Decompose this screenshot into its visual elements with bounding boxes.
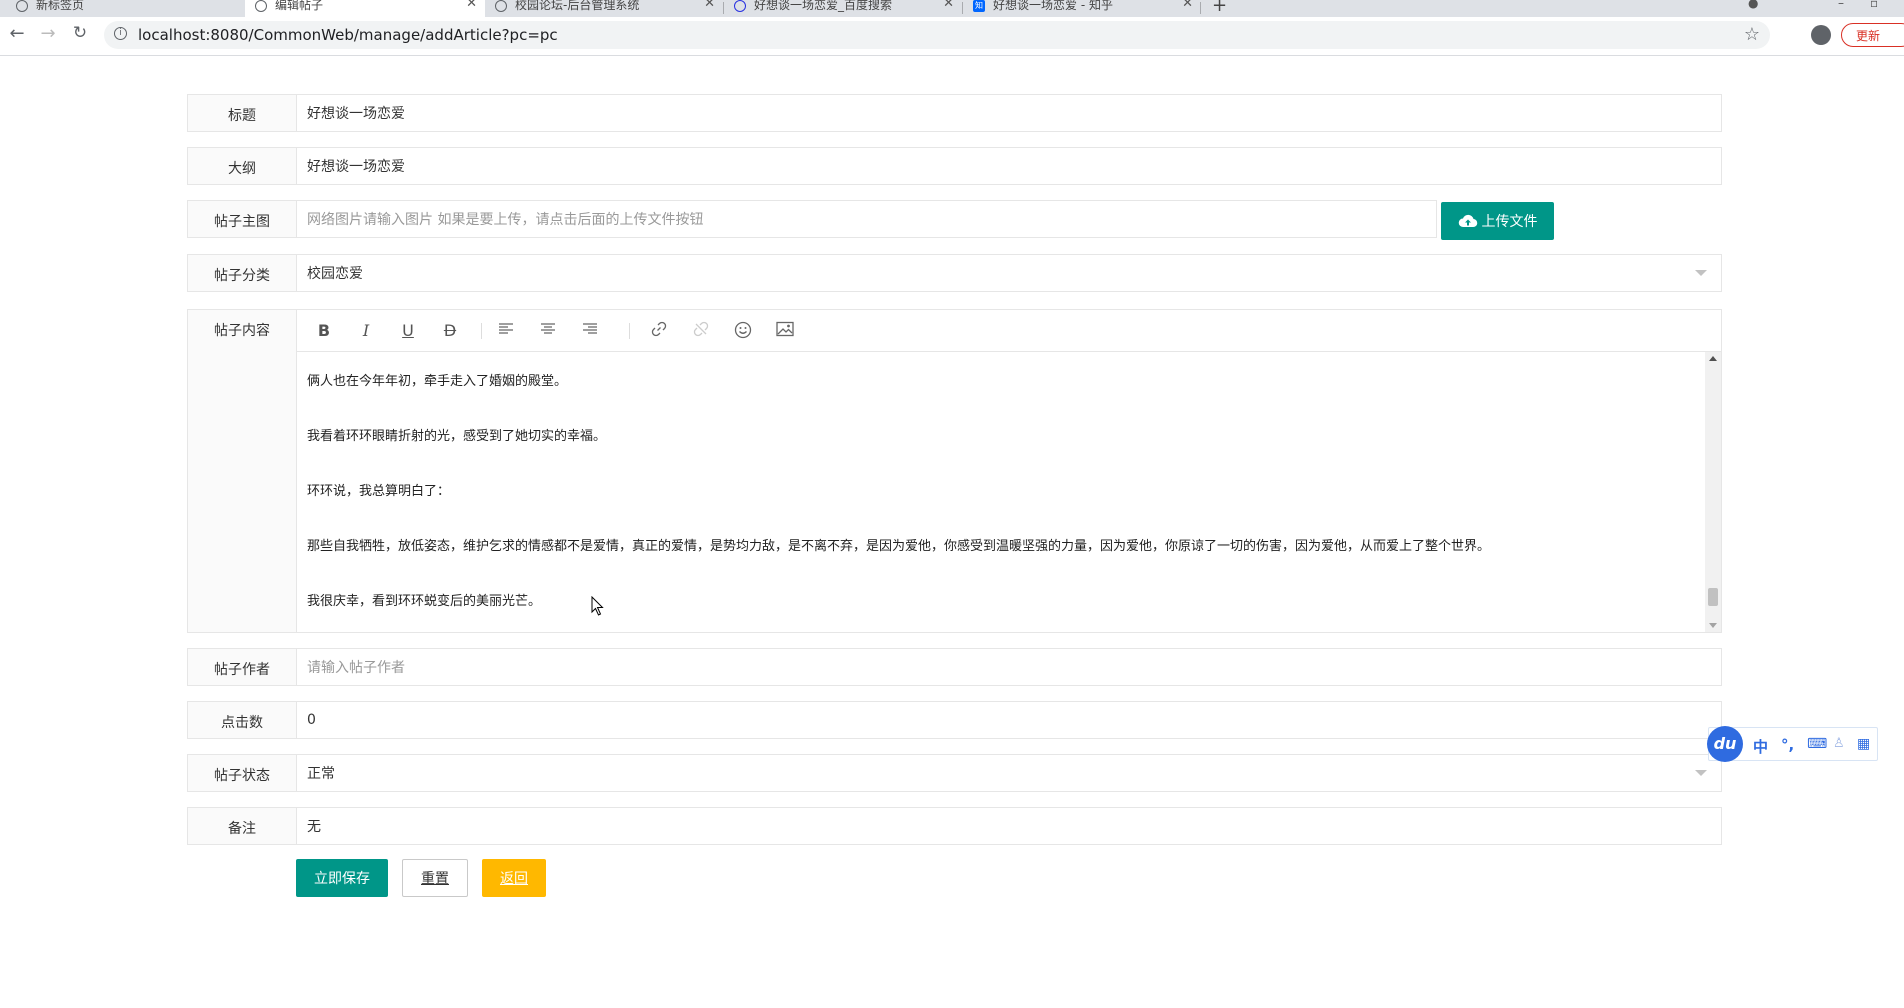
upload-file-button[interactable]: 上传文件 <box>1441 202 1554 240</box>
back-button[interactable]: 返回 <box>482 859 546 897</box>
tab-separator <box>1200 2 1201 14</box>
align-left-icon[interactable] <box>496 321 516 341</box>
bold-icon[interactable]: B <box>314 321 334 341</box>
tab-search-icon[interactable]: ● <box>1748 0 1758 10</box>
tab-strip: 新标签页 编辑帖子 ✕ 校园论坛-后台管理系统 ✕ 好想谈一场恋爱_百度搜索 ✕… <box>0 0 1904 17</box>
author-label: 帖子作者 <box>187 648 297 686</box>
url-text[interactable]: localhost:8080/CommonWeb/manage/addArtic… <box>138 26 558 44</box>
maximize-icon[interactable]: ▫ <box>1870 0 1878 10</box>
scroll-thumb[interactable] <box>1708 588 1718 607</box>
close-tab-icon[interactable]: ✕ <box>466 0 477 11</box>
content-paragraph: 我看着环环眼睛折射的光，感受到了她切实的幸福。 <box>307 429 607 444</box>
link-icon[interactable] <box>649 321 669 341</box>
underline-icon[interactable]: U <box>398 321 418 341</box>
strikethrough-icon[interactable]: D <box>440 321 460 341</box>
remark-label: 备注 <box>187 807 297 845</box>
category-label: 帖子分类 <box>187 254 297 292</box>
toolbar-divider <box>481 323 482 339</box>
ime-keyboard-icon[interactable]: ⌨ <box>1807 736 1827 752</box>
close-tab-icon[interactable]: ✕ <box>704 0 715 11</box>
reload-icon[interactable]: ↻ <box>68 23 92 43</box>
clicks-input[interactable]: 0 <box>296 701 1722 739</box>
globe-icon <box>495 0 507 12</box>
content-label: 帖子内容 <box>187 309 297 633</box>
align-center-icon[interactable] <box>538 321 558 341</box>
remark-input[interactable]: 无 <box>296 807 1722 845</box>
category-select[interactable]: 校园恋爱 <box>296 254 1722 292</box>
clicks-label: 点击数 <box>187 701 297 739</box>
baidu-icon <box>734 0 746 12</box>
emoji-icon[interactable] <box>733 321 753 341</box>
title-input[interactable]: 好想谈一场恋爱 <box>296 94 1722 132</box>
new-tab-button[interactable]: + <box>1212 0 1227 16</box>
status-label: 帖子状态 <box>187 754 297 792</box>
close-tab-icon[interactable]: ✕ <box>943 0 954 11</box>
tab-new-tab[interactable]: 新标签页 <box>0 0 245 17</box>
author-input[interactable]: 请输入帖子作者 <box>296 648 1722 686</box>
minimize-icon[interactable]: – <box>1838 0 1844 10</box>
bookmark-star-icon[interactable]: ☆ <box>1744 24 1760 45</box>
image-icon[interactable] <box>775 321 795 341</box>
globe-icon <box>255 0 267 12</box>
author-row: 帖子作者 请输入帖子作者 <box>187 648 1722 686</box>
back-arrow-icon[interactable]: ← <box>5 23 29 44</box>
status-row: 帖子状态 正常 <box>187 754 1722 792</box>
content-paragraph: 俩人也在今年年初，牵手走入了婚姻的殿堂。 <box>307 374 568 389</box>
scroll-up-arrow-icon[interactable] <box>1709 356 1717 361</box>
toolbar-divider <box>629 323 630 339</box>
url-bar[interactable]: i localhost:8080/CommonWeb/manage/addArt… <box>104 21 1770 49</box>
chrome-icon <box>16 0 28 12</box>
chevron-down-icon <box>1695 770 1707 776</box>
content-paragraph: 我很庆幸，看到环环蜕变后的美丽光芒。 <box>307 594 542 609</box>
zhihu-icon: 知 <box>973 0 985 12</box>
status-select[interactable]: 正常 <box>296 754 1722 792</box>
outline-label: 大纲 <box>187 147 297 185</box>
save-button[interactable]: 立即保存 <box>296 859 388 897</box>
clicks-row: 点击数 0 <box>187 701 1722 739</box>
tab-forum-admin[interactable]: 校园论坛-后台管理系统 ✕ <box>485 0 723 17</box>
cloud-upload-icon <box>1458 214 1477 228</box>
ime-grid-icon[interactable]: ▦ <box>1857 736 1870 752</box>
outline-row: 大纲 好想谈一场恋爱 <box>187 147 1722 185</box>
tab-zhihu[interactable]: 知 好想谈一场恋爱 - 知乎 ✕ <box>963 0 1201 17</box>
chevron-down-icon <box>1695 270 1707 276</box>
image-label: 帖子主图 <box>187 200 297 238</box>
ime-user-icon[interactable]: ♙ <box>1833 736 1845 751</box>
baidu-ime-logo-icon[interactable]: du <box>1707 726 1743 762</box>
editor-content[interactable]: 俩人也在今年年初，牵手走入了婚姻的殿堂。 我看着环环眼睛折射的光，感受到了她切实… <box>297 352 1705 632</box>
profile-avatar-icon[interactable] <box>1811 25 1831 45</box>
tab-baidu-search[interactable]: 好想谈一场恋爱_百度搜索 ✕ <box>724 0 962 17</box>
reset-button[interactable]: 重置 <box>402 859 468 897</box>
info-icon[interactable]: i <box>114 27 127 40</box>
forward-arrow-icon[interactable]: → <box>36 23 60 44</box>
remark-row: 备注 无 <box>187 807 1722 845</box>
editor-toolbar: B I U D <box>297 310 1721 352</box>
close-tab-icon[interactable]: ✕ <box>1182 0 1193 11</box>
image-url-input[interactable]: 网络图片请输入图片 如果是要上传，请点击后面的上传文件按钮 <box>296 200 1437 238</box>
unlink-icon[interactable] <box>691 321 711 341</box>
content-paragraph: 环环说，我总算明白了： <box>307 484 451 499</box>
category-row: 帖子分类 校园恋爱 <box>187 254 1722 292</box>
scroll-down-arrow-icon[interactable] <box>1709 623 1717 628</box>
tab-edit-post[interactable]: 编辑帖子 ✕ <box>245 0 485 17</box>
italic-icon[interactable]: I <box>356 321 376 341</box>
mouse-cursor-icon <box>591 596 604 616</box>
update-button[interactable]: 更新 <box>1841 23 1904 47</box>
ime-punct-toggle[interactable]: °, <box>1781 736 1794 754</box>
content-paragraph: 那些自我牺牲，放低姿态，维护乞求的情感都不是爱情，真正的爱情，是势均力敌，是不离… <box>307 539 1491 554</box>
rich-text-editor: B I U D 俩人也在今年年初，牵手走入了婚姻的殿堂。 我看着环环眼睛折射的光… <box>296 309 1722 633</box>
ime-toolbar: du 中 °, ⌨ ♙ ▦ <box>1707 726 1878 762</box>
align-right-icon[interactable] <box>580 321 600 341</box>
address-bar: ← → ↻ i localhost:8080/CommonWeb/manage/… <box>0 17 1904 56</box>
title-row: 标题 好想谈一场恋爱 <box>187 94 1722 132</box>
title-label: 标题 <box>187 94 297 132</box>
ime-mode-toggle[interactable]: 中 <box>1753 736 1768 757</box>
outline-input[interactable]: 好想谈一场恋爱 <box>296 147 1722 185</box>
editor-scrollbar[interactable] <box>1705 352 1721 632</box>
